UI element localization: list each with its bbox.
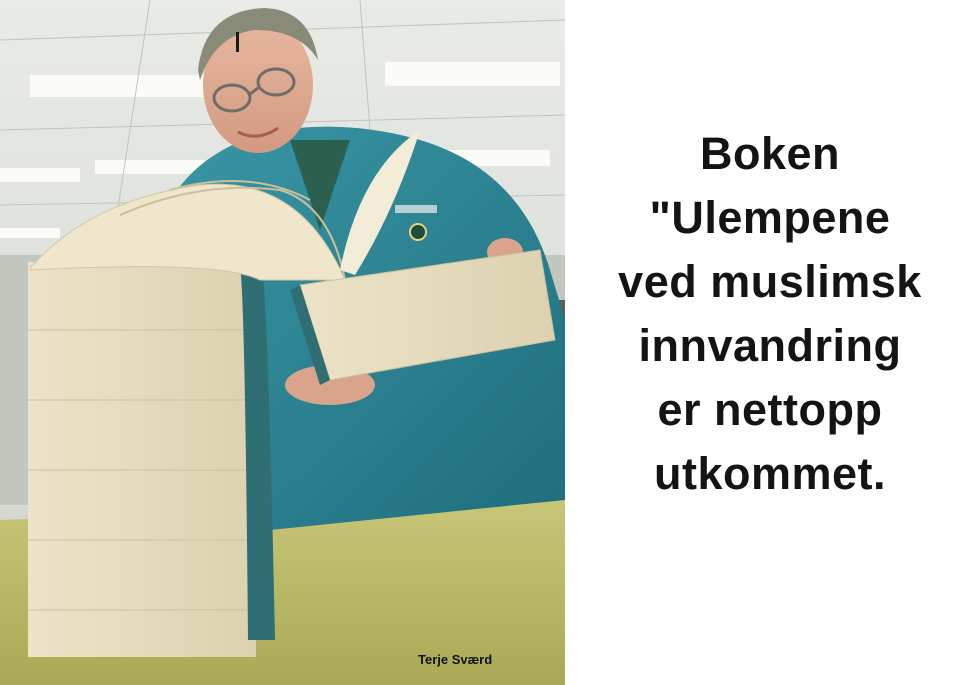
photo-credit: Terje Sværd (418, 652, 493, 667)
caption-line: ved muslimsk (618, 256, 922, 307)
caption-line: "Ulempene (649, 192, 891, 243)
caption: Boken "Ulempene ved muslimsk innvandring… (575, 122, 965, 506)
caption-line: er nettopp (657, 384, 883, 435)
caption-line: innvandring (638, 320, 902, 371)
caption-line: utkommet. (653, 448, 887, 499)
photo-illustration (0, 0, 565, 685)
caption-line: Boken (699, 128, 841, 179)
photo: Terje Sværd (0, 0, 565, 685)
